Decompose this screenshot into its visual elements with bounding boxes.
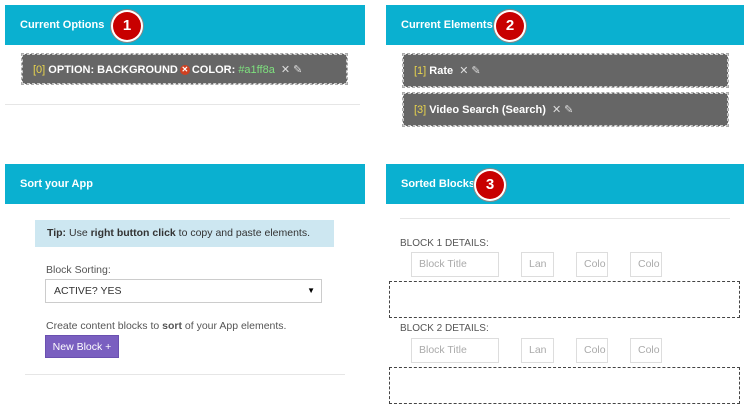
close-icon[interactable]: ✕ — [552, 104, 561, 116]
block-1-title-input[interactable]: Block Title — [411, 252, 499, 277]
badge-3: 3 — [476, 171, 504, 199]
element-item[interactable]: [1] Rate ✕ ✎ — [402, 53, 729, 88]
block-sorting-value: ACTIVE? YES — [54, 285, 122, 297]
block-2-title-input[interactable]: Block Title — [411, 338, 499, 363]
current-options-header: Current Options — [5, 5, 365, 45]
tip-prefix: Tip: — [47, 227, 67, 239]
create-blocks-text: Create content blocks to sort of your Ap… — [46, 320, 286, 332]
block-1-lang-input[interactable]: Lan — [521, 252, 554, 277]
chevron-down-icon: ▼ — [307, 286, 315, 295]
block-2-dropzone[interactable] — [389, 367, 740, 404]
separator — [400, 218, 730, 219]
create-text-pre: Create content blocks to — [46, 320, 163, 332]
block-2-color1-input[interactable]: Colo — [576, 338, 608, 363]
tip-text-2: to copy and paste elements. — [175, 227, 310, 239]
element-label: Rate — [429, 65, 454, 77]
current-options-title: Current Options — [20, 19, 105, 31]
sort-app-title: Sort your App — [20, 178, 93, 190]
current-elements-title: Current Elements — [401, 19, 493, 31]
current-elements-header: Current Elements — [386, 5, 744, 45]
tip-box: Tip: Use right button click to copy and … — [35, 220, 334, 247]
remove-circle-icon[interactable]: ✕ — [179, 65, 190, 76]
option-label: OPTION: BACKGROUND — [48, 64, 178, 76]
block-1-color2-input[interactable]: Colo — [630, 252, 662, 277]
close-icon[interactable]: ✕ — [459, 65, 468, 77]
block-1-color1-input[interactable]: Colo — [576, 252, 608, 277]
block-sorting-label: Block Sorting: — [46, 264, 111, 276]
block-2-label: BLOCK 2 DETAILS: — [400, 323, 489, 334]
block-sorting-select[interactable]: ACTIVE? YES ▼ — [45, 279, 322, 303]
edit-icon[interactable]: ✎ — [564, 104, 573, 116]
edit-icon[interactable]: ✎ — [471, 65, 480, 77]
element-item[interactable]: [3] Video Search (Search) ✕ ✎ — [402, 92, 729, 127]
option-color-label: COLOR: — [191, 64, 236, 76]
option-item[interactable]: [0] OPTION: BACKGROUND ✕ COLOR: #a1ff8a ✕ ✎ — [21, 53, 348, 85]
option-hex-value: #a1ff8a — [238, 64, 275, 76]
element-label: Video Search (Search) — [429, 104, 546, 116]
separator — [5, 104, 360, 105]
badge-1: 1 — [113, 12, 141, 40]
block-1-label: BLOCK 1 DETAILS: — [400, 238, 489, 249]
block-2-lang-input[interactable]: Lan — [521, 338, 554, 363]
separator — [25, 374, 345, 375]
edit-icon[interactable]: ✎ — [293, 64, 302, 76]
sorted-blocks-header: Sorted Blocks — [386, 164, 744, 204]
sort-app-header: Sort your App — [5, 164, 365, 204]
create-text-bold: sort — [162, 320, 182, 332]
tip-bold: right button click — [90, 227, 176, 239]
sorted-blocks-title: Sorted Blocks — [401, 178, 475, 190]
badge-2: 2 — [496, 12, 524, 40]
create-text-post: of your App elements. — [182, 320, 287, 332]
option-index: [0] — [33, 64, 46, 76]
element-index: [3] — [414, 104, 427, 116]
block-1-dropzone[interactable] — [389, 281, 740, 318]
block-2-color2-input[interactable]: Colo — [630, 338, 662, 363]
element-index: [1] — [414, 65, 427, 77]
tip-text-1: Use — [66, 227, 91, 239]
new-block-button[interactable]: New Block + — [45, 335, 119, 358]
close-icon[interactable]: ✕ — [281, 64, 290, 76]
